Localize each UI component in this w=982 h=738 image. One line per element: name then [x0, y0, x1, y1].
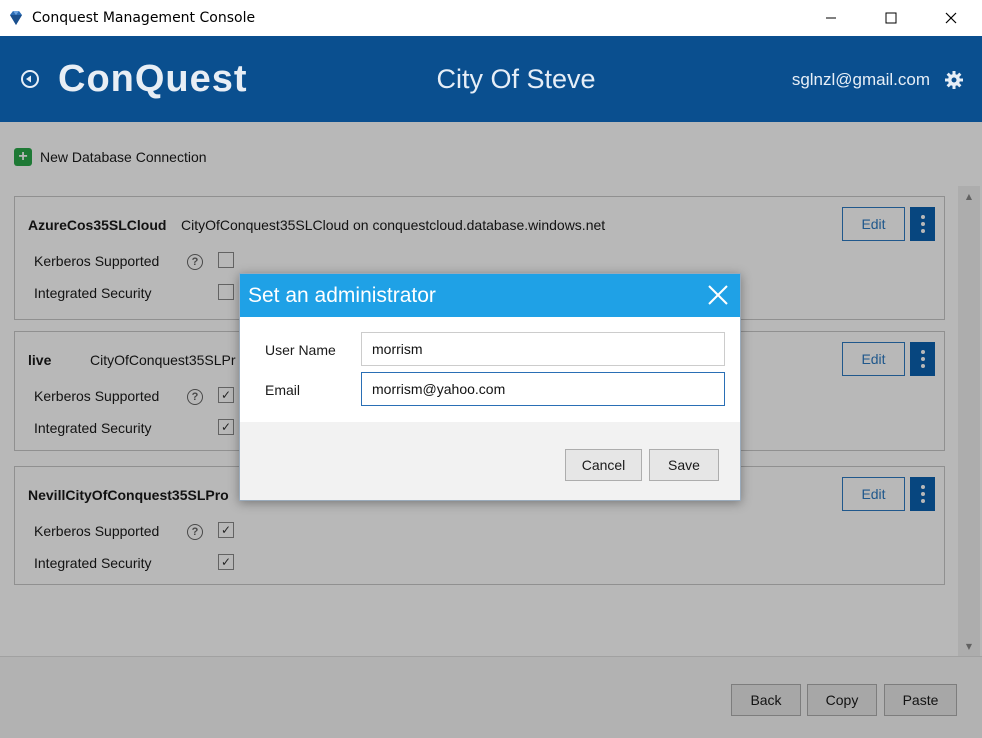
- dialog-header: Set an administrator: [240, 274, 740, 317]
- maximize-button[interactable]: [868, 0, 914, 36]
- close-icon[interactable]: [706, 283, 730, 307]
- close-window-button[interactable]: [928, 0, 974, 36]
- user-email[interactable]: sglnzl@gmail.com: [792, 70, 930, 90]
- close-icon: [945, 12, 957, 24]
- maximize-icon: [885, 12, 897, 24]
- app-diamond-icon: [10, 11, 22, 25]
- email-input[interactable]: [361, 372, 725, 406]
- username-input[interactable]: [361, 332, 725, 366]
- save-button[interactable]: Save: [649, 449, 719, 481]
- window-titlebar: Conquest Management Console: [0, 0, 982, 36]
- window-title: Conquest Management Console: [32, 10, 256, 26]
- minimize-icon: [826, 17, 836, 19]
- username-label: User Name: [265, 342, 336, 358]
- app-header: ConQuest City Of Steve sglnzl@gmail.com: [0, 36, 982, 122]
- cancel-button[interactable]: Cancel: [565, 449, 642, 481]
- set-administrator-dialog: Set an administrator User Name Email Can…: [239, 273, 741, 501]
- minimize-button[interactable]: [808, 0, 854, 36]
- dialog-title: Set an administrator: [248, 284, 436, 307]
- email-label: Email: [265, 382, 301, 398]
- gear-icon[interactable]: [944, 70, 964, 90]
